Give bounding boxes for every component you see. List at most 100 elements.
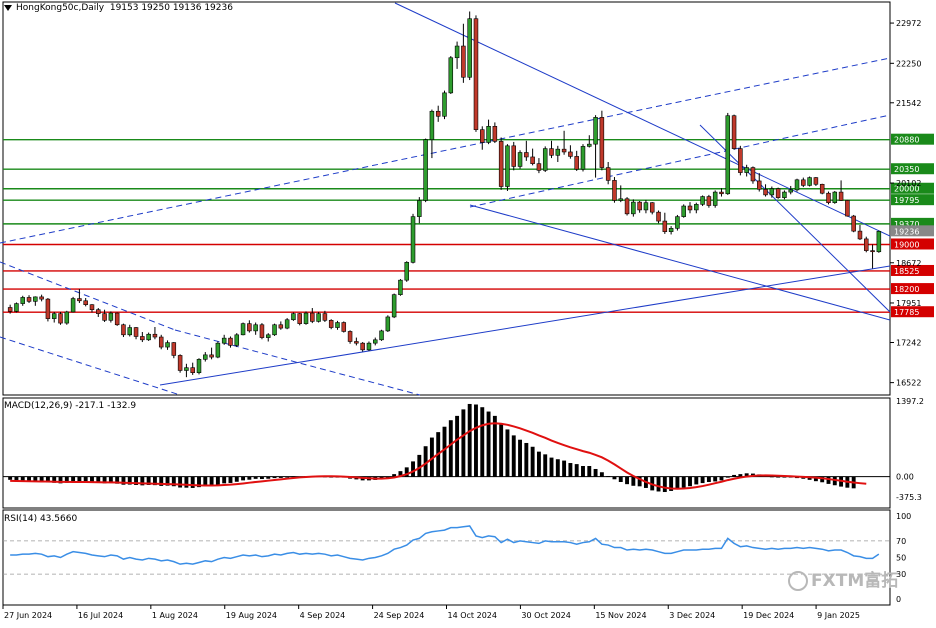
candle-body — [284, 319, 290, 329]
candle-body — [524, 152, 529, 158]
price-tick-label: 20102 — [896, 179, 921, 188]
candle-body — [347, 331, 353, 342]
candle-body — [561, 148, 567, 153]
candle-body — [794, 179, 800, 191]
candle-body — [140, 336, 145, 341]
candle-body — [196, 359, 202, 374]
candle-body — [14, 303, 19, 312]
candle-body — [303, 312, 309, 324]
candle-body — [114, 312, 120, 326]
candle-body — [454, 45, 460, 59]
chart-svg: 2088020350200001979519370192361900018525… — [0, 1, 934, 620]
level-tag-label: 18525 — [894, 267, 919, 276]
price-tick-label: 17951 — [896, 299, 921, 308]
macd-histogram-bar — [725, 476, 730, 478]
macd-histogram-bar — [480, 407, 485, 477]
candle-body — [435, 110, 441, 117]
candle-body — [328, 320, 334, 328]
candle-body — [310, 312, 315, 322]
candle-body — [656, 211, 661, 222]
price-tick-label: 18672 — [896, 259, 921, 268]
candle-body — [467, 18, 472, 78]
date-tick-label: 27 Jun 2024 — [4, 611, 52, 620]
date-tick-label: 1 Aug 2024 — [152, 611, 198, 620]
level-tag-label: 19795 — [894, 196, 919, 205]
trendline-0 — [0, 57, 891, 244]
macd-histogram-bar — [706, 476, 711, 482]
macd-histogram-bar — [543, 454, 548, 477]
panel-frame-1 — [2, 397, 891, 509]
candle-body — [498, 141, 504, 187]
candle-body — [429, 110, 435, 140]
candle-body — [826, 192, 831, 203]
macd-histogram-bar — [178, 476, 183, 488]
candle-body — [335, 322, 340, 328]
macd-histogram-bar — [625, 476, 630, 485]
macd-histogram-bar — [77, 476, 82, 482]
macd-tick-label: -375.3 — [896, 493, 922, 502]
level-tag-label: 20880 — [894, 136, 919, 145]
candle-body — [687, 205, 693, 211]
candle-body — [379, 330, 384, 341]
candle-body — [423, 139, 428, 201]
date-tick-label: 9 Jan 2025 — [817, 611, 860, 620]
macd-histogram-bar — [536, 451, 541, 477]
level-tag-label: 20350 — [894, 165, 919, 174]
candle-body — [517, 152, 523, 167]
macd-histogram-bar — [417, 454, 422, 477]
candle-body — [228, 337, 233, 346]
dropdown-arrow-icon[interactable] — [4, 4, 12, 11]
candle-body — [738, 148, 743, 173]
rsi-tick-label: 100 — [896, 512, 911, 521]
candle-body — [788, 189, 793, 193]
candle-body — [480, 129, 485, 143]
macd-histogram-bar — [738, 474, 743, 477]
candle-body — [624, 198, 630, 215]
candle-body — [259, 324, 265, 338]
candle-body — [7, 307, 13, 312]
candle-body — [668, 228, 674, 232]
price-tick-label: 17242 — [896, 338, 921, 347]
candle-body — [297, 313, 302, 324]
candle-body — [631, 201, 636, 215]
candle-body — [316, 313, 321, 322]
candle-body — [857, 230, 863, 240]
candle-body — [360, 342, 365, 351]
macd-histogram-bar — [461, 409, 466, 477]
candle-body — [694, 204, 699, 211]
candle-body — [593, 117, 598, 145]
candle-body — [864, 238, 869, 251]
candle-body — [77, 298, 82, 302]
price-tick-label: 22972 — [896, 19, 921, 28]
candle-body — [461, 45, 466, 78]
candle-body — [272, 324, 277, 336]
candle-body — [681, 205, 686, 217]
candle-body — [203, 354, 208, 360]
candle-body — [410, 216, 416, 263]
price-tick-label: 21542 — [896, 99, 921, 108]
candle-body — [700, 196, 705, 205]
candle-body — [278, 324, 284, 329]
candle-body — [618, 198, 624, 201]
candle-body — [265, 334, 271, 338]
macd-histogram-bar — [675, 476, 680, 490]
macd-histogram-bar — [581, 466, 585, 477]
watermark: FXTM富拓 — [788, 566, 898, 591]
symbol-label: HongKong50c,Daily — [16, 3, 105, 13]
candle-body — [473, 18, 479, 130]
candle-body — [45, 298, 51, 319]
macd-histogram-bar — [285, 476, 290, 478]
candle-body — [366, 342, 372, 351]
candle-body — [20, 297, 25, 304]
watermark-icon — [788, 571, 808, 591]
trendline-7 — [159, 265, 891, 386]
macd-histogram-bar — [568, 463, 573, 477]
candle-body — [158, 336, 164, 348]
macd-histogram-bar — [593, 468, 598, 477]
macd-histogram-bar — [562, 460, 567, 477]
macd-histogram-bar — [499, 424, 504, 477]
date-tick-label: 19 Dec 2024 — [743, 611, 794, 620]
rsi-tick-label: 50 — [896, 554, 906, 563]
candle-body — [536, 163, 542, 171]
rsi-panel — [3, 525, 890, 575]
